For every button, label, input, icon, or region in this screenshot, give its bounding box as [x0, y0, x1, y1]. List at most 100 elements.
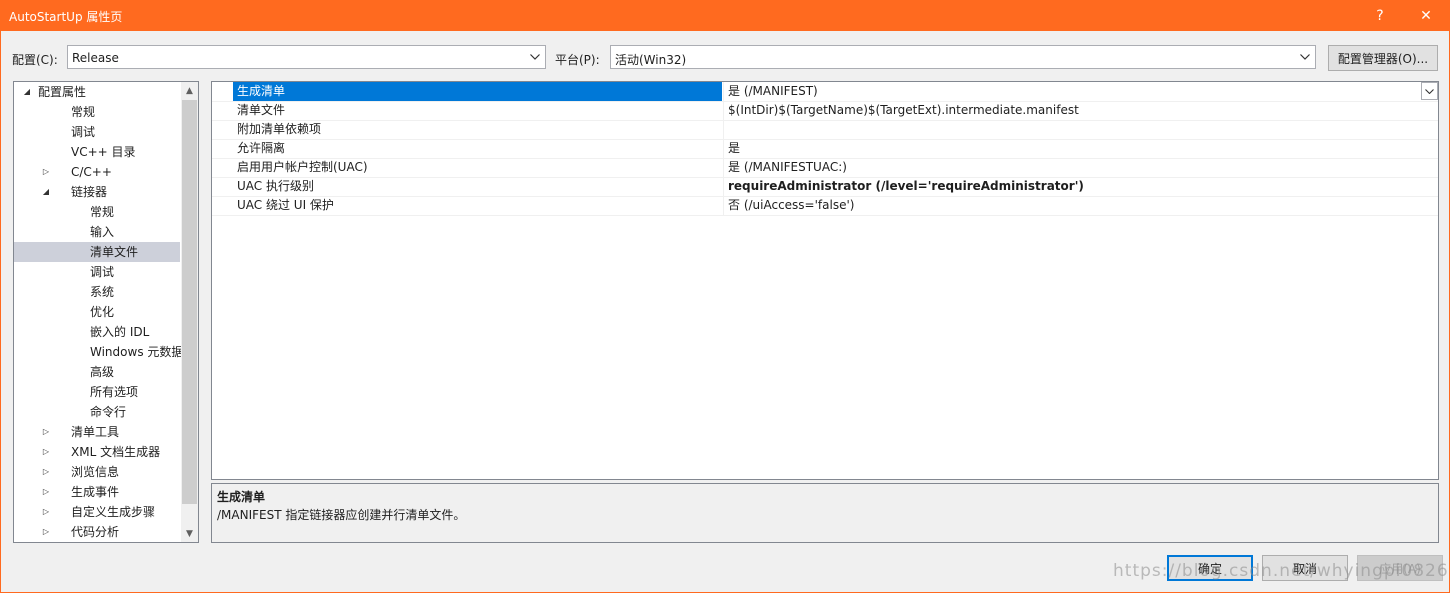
- tree-item-label: 优化: [90, 305, 115, 319]
- tree-item-label: 命令行: [90, 405, 127, 419]
- tree-item[interactable]: 命令行: [14, 402, 180, 422]
- tree-item-label: VC++ 目录: [71, 145, 136, 159]
- tree-item[interactable]: 优化: [14, 302, 180, 322]
- configuration-value: Release: [72, 51, 119, 65]
- tree-item-label: 常规: [90, 205, 115, 219]
- property-value[interactable]: 否 (/uiAccess='false'): [723, 196, 1438, 215]
- tree-scrollbar[interactable]: ▲ ▼: [181, 82, 198, 542]
- property-row[interactable]: 附加清单依赖项: [212, 120, 1438, 140]
- tree-item-label: 清单文件: [90, 245, 139, 259]
- tree-item[interactable]: ◢ 配置属性: [14, 82, 180, 102]
- title-bar[interactable]: AutoStartUp 属性页 ? ✕: [1, 1, 1449, 31]
- description-text: /MANIFEST 指定链接器应创建并行清单文件。: [217, 508, 466, 522]
- configuration-select[interactable]: Release: [67, 45, 546, 69]
- tree-item[interactable]: 清单文件: [14, 242, 180, 262]
- tree-item-label: 输入: [90, 225, 115, 239]
- property-value[interactable]: 是 (/MANIFEST): [723, 82, 1438, 101]
- tree-item-label: 常规: [71, 105, 96, 119]
- property-grid: 生成清单是 (/MANIFEST) 清单文件 $(IntDir)$(TargetNa…: [211, 81, 1439, 480]
- tree-item[interactable]: ▷ 生成事件: [14, 482, 180, 502]
- tree-item-label: 嵌入的 IDL: [90, 325, 150, 339]
- property-value[interactable]: requireAdministrator (/level='requireAdm…: [723, 177, 1438, 196]
- tree-item-label: 浏览信息: [71, 465, 120, 479]
- tree-item[interactable]: 常规: [14, 102, 180, 122]
- property-row[interactable]: UAC 绕过 UI 保护否 (/uiAccess='false'): [212, 196, 1438, 216]
- description-title: 生成清单: [217, 490, 266, 504]
- close-button[interactable]: ✕: [1403, 1, 1449, 31]
- chevron-down-icon[interactable]: [1421, 82, 1438, 100]
- tree-item[interactable]: 调试: [14, 262, 180, 282]
- property-name[interactable]: 附加清单依赖项: [233, 120, 722, 139]
- tree-item[interactable]: ▷ 代码分析: [14, 522, 180, 542]
- description-panel: 生成清单 /MANIFEST 指定链接器应创建并行清单文件。: [211, 483, 1439, 543]
- property-tree: ▷ 代码分析 ▷ 自定义生成步骤 ▷ 生成事件 ▷ 浏览信息 ▷ XML 文档生成器 ▷ 清单工具 命令…: [13, 81, 199, 543]
- help-button[interactable]: ?: [1357, 1, 1403, 31]
- expand-icon[interactable]: ▷: [40, 482, 52, 502]
- property-value[interactable]: [723, 120, 1438, 139]
- tree-item[interactable]: 嵌入的 IDL: [14, 322, 180, 342]
- property-pages-window: AutoStartUp 属性页 ? ✕ 配置(C): Release 平台(P)…: [0, 0, 1450, 593]
- tree-item-label: XML 文档生成器: [71, 445, 161, 459]
- tree-item[interactable]: ◢ 链接器: [14, 182, 180, 202]
- tree-item[interactable]: ▷ 清单工具: [14, 422, 180, 442]
- chevron-down-icon: [1299, 49, 1311, 65]
- scroll-down-icon[interactable]: ▼: [181, 525, 198, 542]
- tree-item[interactable]: 系统: [14, 282, 180, 302]
- tree-item-label: 系统: [90, 285, 115, 299]
- property-name[interactable]: 启用用户帐户控制(UAC): [233, 158, 722, 177]
- chevron-down-icon: [529, 49, 541, 65]
- configuration-bar: 配置(C): Release 平台(P): 活动(Win32) 配置管理器(O)…: [1, 45, 1449, 73]
- tree-item[interactable]: 常规: [14, 202, 180, 222]
- property-row[interactable]: 清单文件 $(IntDir)$(TargetName)$(TargetExt).i…: [212, 101, 1438, 121]
- tree-item[interactable]: VC++ 目录: [14, 142, 180, 162]
- property-value[interactable]: 是 (/MANIFESTUAC:): [723, 158, 1438, 177]
- collapse-icon[interactable]: ◢: [21, 82, 33, 102]
- tree-item-label: 高级: [90, 365, 115, 379]
- tree-item-label: 所有选项: [90, 385, 139, 399]
- tree-item-label: 配置属性: [38, 85, 87, 99]
- tree-item-label: 链接器: [71, 185, 108, 199]
- tree-item[interactable]: 调试: [14, 122, 180, 142]
- tree-item-label: 调试: [71, 125, 96, 139]
- tree-item[interactable]: 输入: [14, 222, 180, 242]
- expand-icon[interactable]: ▷: [40, 522, 52, 542]
- tree-item[interactable]: ▷ C/C++: [14, 162, 180, 182]
- tree-item-label: C/C++: [71, 165, 112, 179]
- tree-item-label: 自定义生成步骤: [71, 505, 156, 519]
- tree-item-label: 代码分析: [71, 525, 120, 539]
- watermark: https://blog.csdn.net/whyingpi0826: [1113, 561, 1449, 581]
- expand-icon[interactable]: ▷: [40, 462, 52, 482]
- tree-item[interactable]: 所有选项: [14, 382, 180, 402]
- expand-icon[interactable]: ▷: [40, 162, 52, 182]
- property-row[interactable]: 生成清单是 (/MANIFEST): [212, 82, 1438, 102]
- tree-item-label: 调试: [90, 265, 115, 279]
- property-row[interactable]: 启用用户帐户控制(UAC) 是 (/MANIFESTUAC:): [212, 158, 1438, 178]
- tree-item-label: 生成事件: [71, 485, 120, 499]
- property-name[interactable]: 允许隔离: [233, 139, 722, 158]
- property-name[interactable]: UAC 绕过 UI 保护: [233, 196, 722, 215]
- property-name[interactable]: 清单文件: [233, 101, 722, 120]
- platform-select[interactable]: 活动(Win32): [610, 45, 1316, 69]
- configuration-manager-button[interactable]: 配置管理器(O)...: [1328, 45, 1438, 71]
- scroll-up-icon[interactable]: ▲: [181, 82, 198, 99]
- property-row[interactable]: UAC 执行级别 requireAdministrator (/level='re…: [212, 177, 1438, 197]
- expand-icon[interactable]: ▷: [40, 422, 52, 442]
- configuration-label: 配置(C):: [12, 53, 58, 67]
- tree-item[interactable]: ▷ 自定义生成步骤: [14, 502, 180, 522]
- tree-item-label: Windows 元数据: [90, 345, 184, 359]
- property-name[interactable]: UAC 执行级别: [233, 177, 722, 196]
- property-value[interactable]: 是: [723, 139, 1438, 158]
- property-row[interactable]: 允许隔离是: [212, 139, 1438, 159]
- window-title: AutoStartUp 属性页: [9, 10, 123, 24]
- property-name[interactable]: 生成清单: [233, 82, 722, 101]
- property-value[interactable]: $(IntDir)$(TargetName)$(TargetExt).inter…: [723, 101, 1438, 120]
- expand-icon[interactable]: ▷: [40, 442, 52, 462]
- tree-item[interactable]: ▷ XML 文档生成器: [14, 442, 180, 462]
- platform-label: 平台(P):: [555, 53, 600, 67]
- tree-item[interactable]: ▷ 浏览信息: [14, 462, 180, 482]
- tree-item[interactable]: 高级: [14, 362, 180, 382]
- scrollbar-thumb[interactable]: [182, 100, 197, 504]
- expand-icon[interactable]: ▷: [40, 502, 52, 522]
- tree-item[interactable]: Windows 元数据: [14, 342, 184, 362]
- collapse-icon[interactable]: ◢: [40, 182, 52, 202]
